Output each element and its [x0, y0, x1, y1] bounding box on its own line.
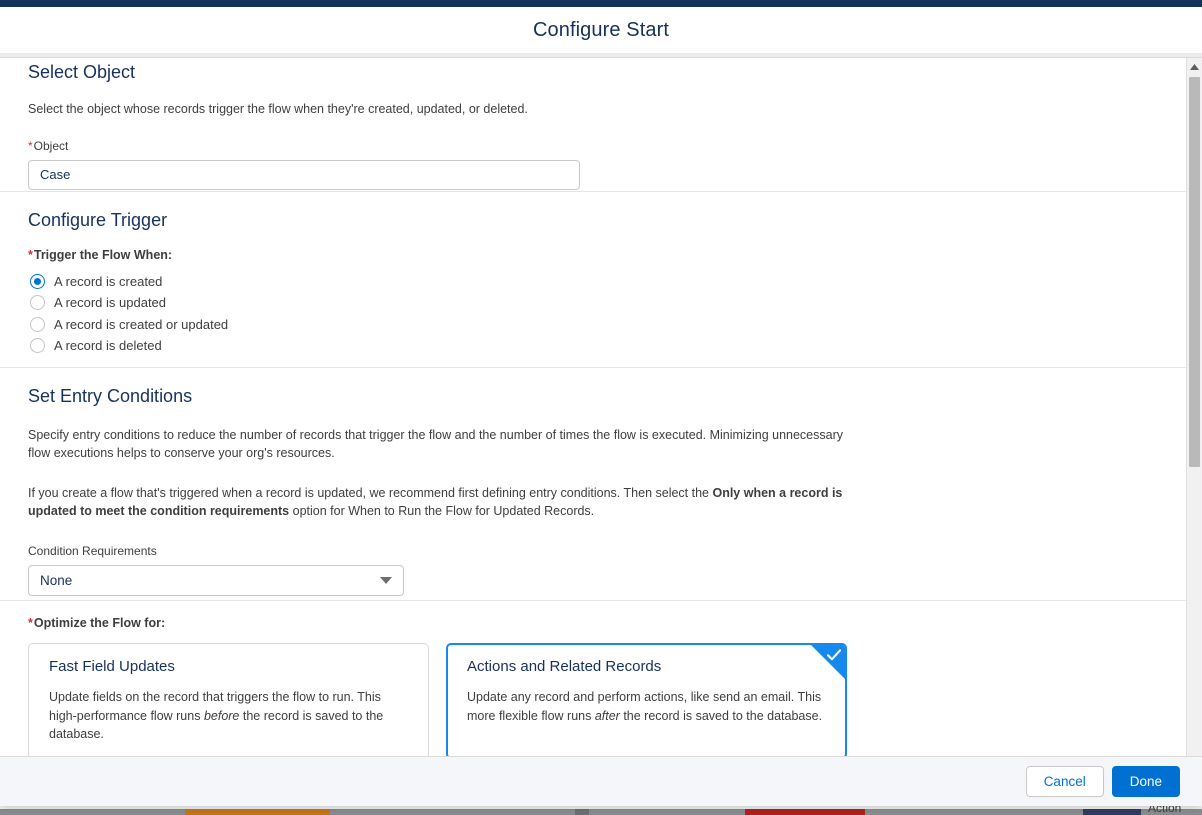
scroll-up-arrow-icon[interactable] — [1187, 58, 1202, 75]
condition-requirements-select[interactable]: None — [28, 565, 404, 597]
radio-label: A record is deleted — [54, 338, 162, 354]
divider-after-select-object — [0, 191, 1187, 192]
flow-connector-rail — [0, 809, 1202, 815]
app-top-bar — [0, 0, 1202, 7]
entry-conditions-paragraph-2: If you create a flow that's triggered wh… — [28, 484, 883, 520]
paragraph-2-post: option for When to Run the Flow for Upda… — [289, 503, 595, 518]
section-select-object: Select Object Select the object whose re… — [0, 58, 1187, 190]
radio-a-record-is-deleted[interactable]: A record is deleted — [28, 335, 1159, 357]
trigger-group-label-text: Trigger the Flow When: — [33, 247, 173, 262]
condition-requirements-label: Condition Requirements — [28, 544, 157, 559]
card-fast-field-updates[interactable]: Fast Field Updates Update fields on the … — [28, 643, 429, 756]
radio-a-record-is-created[interactable]: A record is created — [28, 271, 1159, 293]
done-button[interactable]: Done — [1111, 766, 1180, 797]
trigger-radio-group: A record is created A record is updated … — [28, 271, 1159, 357]
object-input[interactable] — [28, 159, 580, 190]
check-icon — [826, 649, 842, 661]
section-optimize-flow: *Optimize the Flow for: Fast Field Updat… — [0, 616, 1187, 756]
optimize-label-text: Optimize the Flow for: — [33, 616, 166, 630]
radio-a-record-is-updated[interactable]: A record is updated — [28, 292, 1159, 314]
object-field-label-text: Object — [33, 138, 69, 153]
radio-icon — [30, 295, 45, 311]
configure-start-modal: Configure Start Select Object Select the… — [0, 0, 1202, 806]
required-asterisk: * — [28, 616, 33, 630]
radio-icon — [30, 338, 45, 354]
card-title: Actions and Related Records — [467, 658, 662, 675]
cancel-button[interactable]: Cancel — [1025, 766, 1104, 797]
required-asterisk: * — [28, 138, 33, 153]
card-desc-emphasis: before — [203, 708, 240, 723]
object-field-label: *Object — [28, 139, 1159, 153]
card-title: Fast Field Updates — [49, 658, 175, 675]
section-configure-trigger: Configure Trigger *Trigger the Flow When… — [0, 210, 1187, 357]
radio-label: A record is created — [54, 273, 163, 289]
modal-scrollbar[interactable] — [1186, 58, 1202, 756]
card-description: Update fields on the record that trigger… — [49, 688, 410, 744]
scrollbar-thumb[interactable] — [1189, 77, 1200, 467]
modal-body: Select Object Select the object whose re… — [0, 58, 1202, 756]
flow-node-navy — [1083, 809, 1141, 815]
divider-after-configure-trigger — [0, 367, 1187, 368]
screen: Action Configure Start Select Object Sel… — [0, 0, 1202, 815]
entry-conditions-paragraph-1: Specify entry conditions to reduce the n… — [28, 427, 843, 460]
card-desc-emphasis: after — [594, 708, 620, 723]
configure-trigger-heading: Configure Trigger — [28, 210, 168, 230]
card-description: Update any record and perform actions, l… — [467, 688, 828, 725]
entry-conditions-heading: Set Entry Conditions — [28, 386, 193, 406]
radio-a-record-is-created-or-updated[interactable]: A record is created or updated — [28, 314, 1159, 336]
required-asterisk: * — [28, 247, 33, 262]
modal-title: Configure Start — [532, 18, 669, 41]
divider-after-entry-conditions — [0, 600, 1187, 601]
select-object-heading: Select Object — [28, 62, 136, 82]
flow-node-red — [745, 809, 865, 815]
select-object-description: Select the object whose records trigger … — [28, 101, 528, 116]
paragraph-2-pre: If you create a flow that's triggered wh… — [28, 485, 713, 500]
modal-header: Configure Start — [0, 7, 1202, 53]
flow-node-orange — [185, 809, 330, 815]
condition-requirements-value: None — [28, 565, 404, 597]
optimize-card-group: Fast Field Updates Update fields on the … — [28, 643, 1159, 756]
section-entry-conditions: Set Entry Conditions Specify entry condi… — [0, 386, 1187, 597]
radio-label: A record is updated — [54, 295, 167, 311]
optimize-label: *Optimize the Flow for: — [28, 616, 1159, 630]
flow-node-gray — [575, 809, 589, 815]
trigger-group-label: *Trigger the Flow When: — [28, 248, 1159, 262]
card-desc-post: the record is saved to the database. — [619, 708, 823, 723]
modal-footer: Cancel Done — [0, 756, 1202, 806]
radio-icon — [30, 316, 45, 332]
radio-label: A record is created or updated — [54, 316, 229, 332]
card-actions-and-related-records[interactable]: Actions and Related Records Update any r… — [446, 643, 847, 756]
radio-icon — [30, 273, 45, 289]
